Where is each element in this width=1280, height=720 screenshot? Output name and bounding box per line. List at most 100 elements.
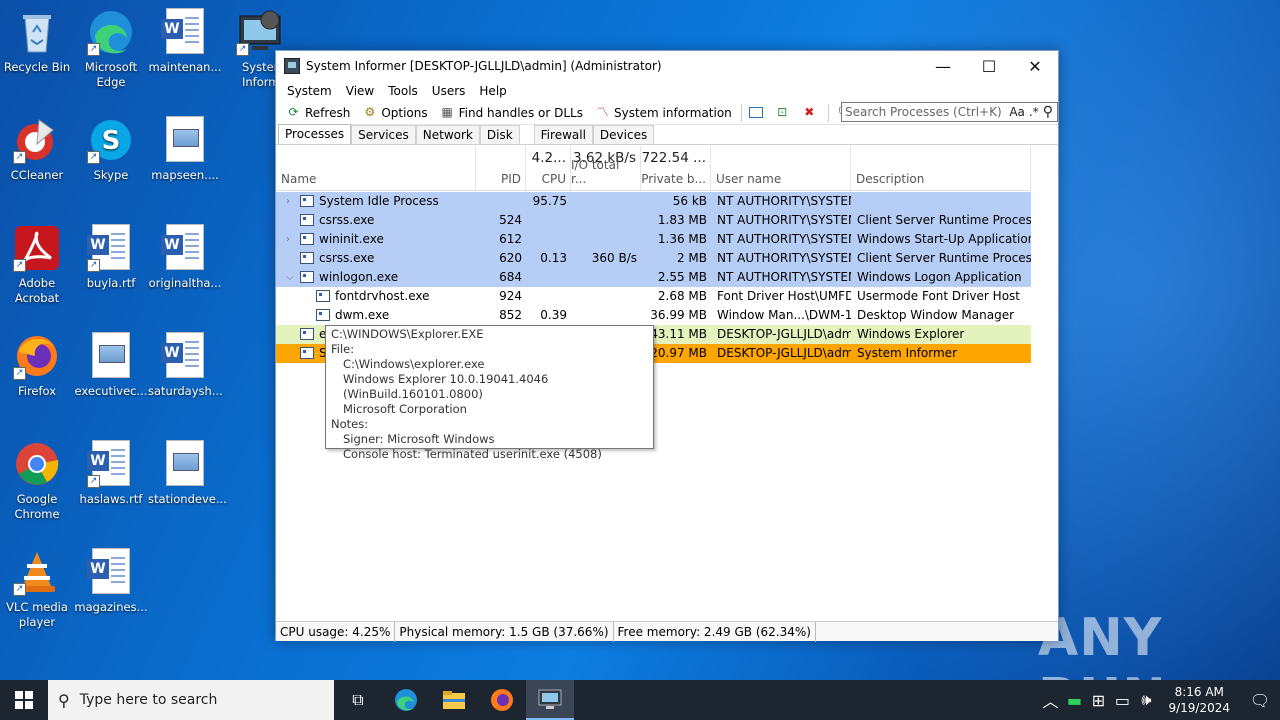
column-name[interactable]: Name bbox=[276, 146, 476, 191]
process-pid: 924 bbox=[499, 289, 522, 303]
process-row[interactable]: ⌵ winlogon.exe 684 2.55 MB NT AUTHORITY\SYST… bbox=[276, 268, 1031, 287]
desktop-icon-saturdaysh[interactable]: W saturdaysh... bbox=[148, 332, 223, 399]
desktop-icon-vlc[interactable]: ↗ VLC media player bbox=[0, 548, 74, 630]
process-name-text: winlogon.exe bbox=[319, 270, 399, 284]
process-name: System Idle Process bbox=[300, 192, 476, 211]
desktop-icon-system-informer[interactable]: ↗ System Inform bbox=[222, 8, 282, 90]
meet-now-icon[interactable]: ⊞ bbox=[1086, 680, 1110, 720]
firefox-icon: ↗ bbox=[13, 332, 61, 380]
recycle-bin-icon bbox=[13, 8, 61, 56]
app-icon bbox=[284, 58, 300, 74]
desktop-icon-haslaws[interactable]: W ↗ haslaws.rtf bbox=[74, 440, 148, 507]
minimize-button[interactable]: — bbox=[920, 51, 966, 81]
tab-processes[interactable]: Processes bbox=[278, 124, 352, 144]
close-button[interactable]: ✕ bbox=[1012, 51, 1058, 81]
column-private-bytes[interactable]: 722.54 ... Private b... bbox=[641, 146, 711, 191]
chevron-right-icon[interactable]: › bbox=[286, 230, 290, 249]
desktop-icon-edge[interactable]: ↗ Microsoft Edge bbox=[74, 8, 148, 90]
column-description[interactable]: Description bbox=[851, 146, 1031, 191]
edge-icon bbox=[395, 689, 417, 711]
desktop-icon-chrome[interactable]: Google Chrome bbox=[0, 440, 74, 522]
desktop-icon-label: Adobe Acrobat bbox=[14, 276, 60, 305]
menu-users[interactable]: Users bbox=[425, 84, 473, 98]
refresh-icon: ⟳ bbox=[288, 105, 299, 119]
shortcut-arrow-icon: ↗ bbox=[236, 43, 249, 56]
process-row[interactable]: csrss.exe 524 1.83 MB NT AUTHORITY\SYSTEM Cl… bbox=[276, 211, 1031, 230]
desktop-icon-adobe-acrobat[interactable]: ↗ Adobe Acrobat bbox=[0, 224, 74, 306]
process-private-bytes: 2.68 MB bbox=[657, 289, 707, 303]
process-row[interactable]: csrss.exe 620 0.13 360 B/s 2 MB NT AUTHORITY\… bbox=[276, 249, 1031, 268]
process-row[interactable]: › System Idle Process 95.75 56 kB NT AUTHORI… bbox=[276, 192, 1031, 211]
desktop-icon-originaltha[interactable]: W originaltha... bbox=[148, 224, 222, 291]
process-description: System Informer bbox=[857, 346, 958, 360]
tooltip-file-label: File: bbox=[331, 342, 355, 356]
search-input[interactable]: Search Processes (Ctrl+K) Aa .* ⚲ bbox=[841, 102, 1058, 122]
column-io[interactable]: 3.62 kB/s I/O total r... bbox=[571, 146, 641, 191]
system-information-button[interactable]: 〽 System information bbox=[589, 102, 738, 124]
task-view-button[interactable]: ⧉ bbox=[334, 680, 382, 720]
tab-network[interactable]: Network bbox=[415, 125, 480, 144]
folder-icon bbox=[443, 691, 465, 709]
process-name-text: System Idle Process bbox=[319, 194, 439, 208]
column-user-name[interactable]: User name bbox=[711, 146, 851, 191]
terminate-button[interactable]: ✖ bbox=[798, 102, 825, 124]
column-desc-label: Description bbox=[856, 172, 925, 186]
refresh-button[interactable]: ⟳ Refresh bbox=[280, 102, 356, 124]
desktop-icon-skype[interactable]: S ↗ Skype bbox=[74, 116, 148, 183]
desktop-icon-mapseen[interactable]: mapseen.... bbox=[148, 116, 222, 183]
binoculars-icon: ▦ bbox=[441, 105, 453, 119]
find-window-button[interactable]: ⊡ bbox=[771, 102, 798, 124]
options-button[interactable]: ⚙ Options bbox=[356, 102, 433, 124]
desktop-icon-ccleaner[interactable]: ↗ CCleaner bbox=[0, 116, 74, 183]
process-row[interactable]: fontdrvhost.exe 924 2.68 MB Font Driver Hos… bbox=[276, 287, 1031, 306]
tab-disk[interactable]: Disk bbox=[479, 125, 520, 144]
desktop-icon-executivec[interactable]: executivec... bbox=[74, 332, 148, 399]
start-button[interactable] bbox=[0, 680, 48, 720]
chevron-up-icon[interactable]: ︿ bbox=[1038, 680, 1062, 720]
clock[interactable]: 8:16 AM 9/19/2024 bbox=[1158, 684, 1240, 716]
menu-view[interactable]: View bbox=[339, 84, 381, 98]
desktop-icon-stationdeve[interactable]: stationdeve... bbox=[148, 440, 227, 507]
process-description: Windows Logon Application bbox=[857, 270, 1022, 284]
monitor-icon[interactable]: ▬ bbox=[1062, 680, 1086, 720]
regex-toggle[interactable]: .* bbox=[1029, 105, 1039, 119]
find-handles-button[interactable]: ▦ Find handles or DLLs bbox=[434, 102, 589, 124]
desktop-icon-magazines[interactable]: W magazines... bbox=[74, 548, 148, 615]
taskbar-search-box[interactable]: ⚲ Type here to search bbox=[48, 680, 334, 720]
taskbar-file-explorer[interactable] bbox=[430, 680, 478, 720]
desktop-icon-recycle-bin[interactable]: Recycle Bin bbox=[0, 8, 74, 75]
chevron-down-icon[interactable]: ⌵ bbox=[286, 268, 294, 287]
word-document-icon: W bbox=[161, 332, 209, 380]
taskbar-edge[interactable] bbox=[382, 680, 430, 720]
desktop-icon-label: Recycle Bin bbox=[3, 60, 71, 74]
column-cpu[interactable]: 4.2... CPU bbox=[526, 146, 571, 191]
process-row[interactable]: dwm.exe 852 0.39 36.99 MB Window Man...\DWM-… bbox=[276, 306, 1031, 325]
network-icon[interactable]: ▭ bbox=[1110, 680, 1134, 720]
process-user: Window Man...\DWM-1 bbox=[717, 308, 851, 322]
volume-icon[interactable]: 🕪 bbox=[1134, 680, 1158, 720]
menu-system[interactable]: System bbox=[280, 84, 339, 98]
title-bar[interactable]: System Informer [DESKTOP-JGLLJLD\admin] … bbox=[276, 51, 1058, 81]
tab-devices[interactable]: Devices bbox=[592, 125, 655, 144]
tab-firewall[interactable]: Firewall bbox=[533, 125, 593, 144]
maximize-button[interactable]: ☐ bbox=[966, 51, 1012, 81]
chevron-right-icon[interactable]: › bbox=[286, 192, 290, 211]
menu-help[interactable]: Help bbox=[472, 84, 513, 98]
tab-services[interactable]: Services bbox=[351, 125, 416, 144]
taskbar-system-informer[interactable] bbox=[526, 680, 574, 720]
column-pid[interactable]: PID bbox=[476, 146, 526, 191]
window-icon bbox=[748, 107, 763, 118]
notification-icon[interactable]: 🗨 bbox=[1240, 680, 1280, 720]
window-view-button[interactable] bbox=[745, 102, 771, 124]
process-private-bytes: 1.83 MB bbox=[657, 213, 707, 227]
desktop-icon-buyla[interactable]: W ↗ buyla.rtf bbox=[74, 224, 148, 291]
case-sensitive-toggle[interactable]: Aa bbox=[1009, 105, 1025, 119]
taskbar-firefox[interactable] bbox=[478, 680, 526, 720]
desktop-icon-label: stationdeve... bbox=[148, 492, 227, 506]
process-row[interactable]: › wininit.exe 612 1.36 MB NT AUTHORITY\SYSTE… bbox=[276, 230, 1031, 249]
desktop-icon-maintenan[interactable]: W maintenan... bbox=[148, 8, 222, 75]
menu-tools[interactable]: Tools bbox=[381, 84, 425, 98]
process-pid: 852 bbox=[499, 308, 522, 322]
shortcut-arrow-icon: ↗ bbox=[87, 259, 100, 272]
desktop-icon-firefox[interactable]: ↗ Firefox bbox=[0, 332, 74, 399]
